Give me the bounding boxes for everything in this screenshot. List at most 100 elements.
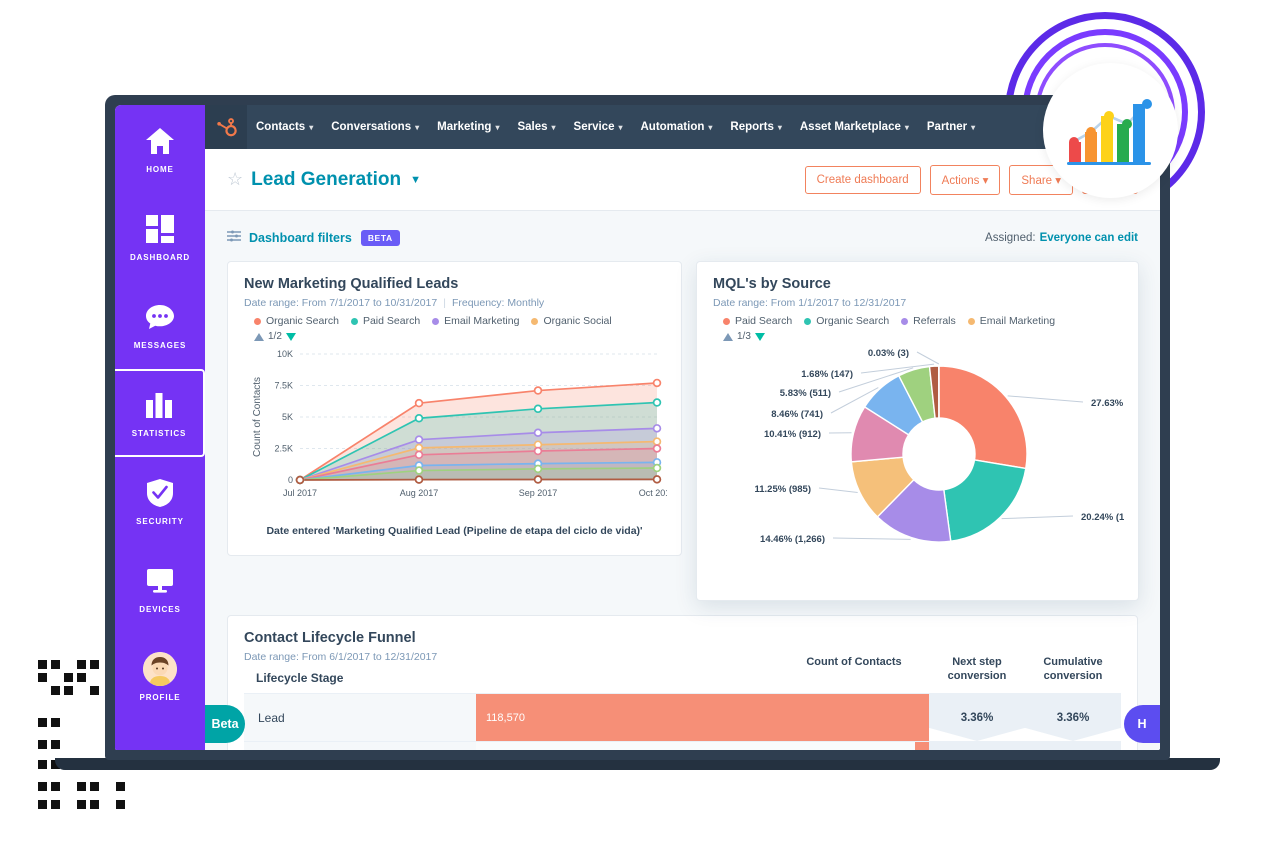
share-label: Share bbox=[1021, 174, 1053, 187]
statistics-icon bbox=[142, 388, 176, 422]
card-subtitle: Date range: From 7/1/2017 to 10/31/2017 |… bbox=[244, 297, 665, 309]
sidebar-label: SECURITY bbox=[136, 517, 184, 526]
filter-sliders-icon[interactable] bbox=[226, 229, 242, 247]
pager-prev-icon[interactable] bbox=[254, 332, 264, 341]
dashboard-icon bbox=[143, 212, 177, 246]
nav-label: Partner bbox=[926, 121, 968, 133]
legend-item[interactable]: Referrals bbox=[901, 315, 956, 327]
donut-chart: 27.63% (2,420) 20.24% (1,773) 14.46% (1,26… bbox=[754, 348, 1155, 545]
legend-item[interactable]: Email Marketing bbox=[432, 315, 519, 327]
funnel-next-conversion: 3.36% bbox=[929, 694, 1025, 741]
date-range: Date range: From 7/1/2017 to 10/31/2017 bbox=[244, 297, 438, 309]
pager-next-icon[interactable] bbox=[285, 332, 296, 341]
chevron-down-icon: ▾ bbox=[982, 174, 989, 187]
nav-item-marketing[interactable]: Marketing ▾ bbox=[437, 121, 499, 133]
col-line-2: conversion bbox=[947, 669, 1007, 682]
nav-item-reports[interactable]: Reports ▾ bbox=[730, 121, 781, 133]
nav-item-sales[interactable]: Sales ▾ bbox=[517, 121, 555, 133]
funnel-column-headers: Count of Contacts Next step conversion C… bbox=[779, 656, 1121, 684]
avatar-icon bbox=[143, 652, 177, 686]
nav-label: Asset Marketplace bbox=[799, 121, 901, 133]
monitor-icon bbox=[143, 564, 177, 598]
funnel-bar: 118,570 bbox=[476, 694, 929, 741]
hubspot-sprocket-icon[interactable] bbox=[205, 105, 247, 149]
svg-text:2.5K: 2.5K bbox=[274, 444, 293, 454]
create-dashboard-button[interactable]: Create dashboard bbox=[804, 165, 921, 194]
svg-text:1.68% (147): 1.68% (147) bbox=[801, 369, 853, 380]
area-chart: 0 2.5K 5K 7.5K 10K Count of Contacts Jul 2017 A… bbox=[252, 349, 675, 498]
sidebar-item-profile[interactable]: PROFILE bbox=[115, 633, 205, 721]
nav-item-conversations[interactable]: Conversations ▾ bbox=[331, 121, 419, 133]
funnel-rows: Lead 118,570 3.36% 3.36% Marketing Quali… bbox=[244, 693, 1121, 750]
legend-label: Referrals bbox=[913, 315, 956, 327]
sidebar-label: DASHBOARD bbox=[129, 253, 191, 262]
funnel-bar bbox=[915, 742, 929, 750]
dashboard-header: ☆ Lead Generation ▼ Create dashboard Act… bbox=[205, 149, 1160, 211]
chart-x-axis-title: Date entered 'Marketing Qualified Lead (… bbox=[266, 525, 643, 537]
nav-item-automation[interactable]: Automation ▾ bbox=[641, 121, 713, 133]
sidebar-item-statistics[interactable]: STATISTICS bbox=[115, 369, 205, 457]
table-row[interactable]: Lead 118,570 3.36% 3.36% bbox=[244, 693, 1121, 741]
card-new-mql: New Marketing Qualified Leads Date range… bbox=[227, 261, 682, 556]
nav-item-contacts[interactable]: Contacts ▾ bbox=[256, 121, 313, 133]
svg-text:0.03% (3): 0.03% (3) bbox=[868, 348, 909, 359]
sidebar-item-security[interactable]: SECURITY bbox=[115, 457, 205, 545]
pager-prev-icon[interactable] bbox=[723, 332, 733, 341]
card-title: Contact Lifecycle Funnel bbox=[244, 630, 416, 646]
sidebar-item-dashboard[interactable]: DASHBOARD bbox=[115, 193, 205, 281]
legend-item[interactable]: Organic Search bbox=[804, 315, 889, 327]
svg-text:Sep 2017: Sep 2017 bbox=[519, 488, 558, 498]
funnel-bar-wrap: 3,984 bbox=[476, 742, 929, 750]
svg-text:5.83% (511): 5.83% (511) bbox=[780, 388, 831, 399]
star-icon[interactable]: ☆ bbox=[227, 169, 243, 190]
svg-text:8.46% (741): 8.46% (741) bbox=[771, 409, 823, 420]
shield-check-icon bbox=[143, 476, 177, 510]
assigned-value[interactable]: Everyone can edit bbox=[1040, 232, 1138, 244]
frequency: Frequency: Monthly bbox=[451, 297, 545, 309]
sidebar-item-messages[interactable]: MESSAGES bbox=[115, 281, 205, 369]
beta-pill-button[interactable]: Beta bbox=[205, 705, 245, 743]
nav-item-partner[interactable]: Partner ▾ bbox=[927, 121, 975, 133]
card-title: MQL's by Source bbox=[713, 276, 831, 292]
chevron-down-icon: ▾ bbox=[415, 122, 420, 132]
table-row[interactable]: Marketing Qualified Lead 3,984 42.22% 1.… bbox=[244, 741, 1121, 750]
svg-text:5K: 5K bbox=[282, 412, 293, 422]
legend-label: Paid Search bbox=[362, 315, 421, 327]
sidebar-item-devices[interactable]: DEVICES bbox=[115, 545, 205, 633]
chevron-down-icon[interactable]: ▼ bbox=[410, 174, 421, 186]
messages-icon bbox=[143, 300, 177, 334]
chart-legend: Paid Search Organic Search Referrals Ema… bbox=[713, 315, 1122, 327]
nav-item-asset-marketplace[interactable]: Asset Marketplace ▾ bbox=[800, 121, 909, 133]
legend-item[interactable]: Organic Search bbox=[254, 315, 339, 327]
svg-text:Jul 2017: Jul 2017 bbox=[283, 488, 317, 498]
legend-item[interactable]: Paid Search bbox=[350, 315, 421, 327]
dashboard-filters-link[interactable]: Dashboard filters bbox=[249, 231, 352, 245]
actions-button[interactable]: Actions ▾ bbox=[929, 164, 1001, 195]
svg-text:27.63% (2,420): 27.63% (2,420) bbox=[1091, 398, 1124, 409]
cards-row: New Marketing Qualified Leads Date range… bbox=[227, 261, 1156, 601]
home-icon bbox=[143, 124, 177, 158]
legend-pager: 1/3 bbox=[713, 331, 1122, 342]
pager-count: 1/3 bbox=[737, 331, 751, 342]
sidebar-item-home[interactable]: HOME bbox=[115, 105, 205, 193]
legend-item[interactable]: Paid Search bbox=[723, 315, 792, 327]
svg-text:Oct 2017: Oct 2017 bbox=[639, 488, 667, 498]
col-line-1: Cumulative bbox=[1043, 656, 1103, 668]
svg-text:14.46% (1,266): 14.46% (1,266) bbox=[760, 534, 825, 545]
col-cumulative-conversion: Cumulative conversion bbox=[1025, 656, 1121, 684]
nav-label: Service bbox=[573, 121, 615, 133]
pager-next-icon[interactable] bbox=[754, 332, 765, 341]
chevron-down-icon: ▾ bbox=[777, 122, 782, 132]
chevron-down-icon: ▾ bbox=[618, 122, 623, 132]
legend-item[interactable]: Organic Social bbox=[531, 315, 612, 327]
card-contact-lifecycle-funnel: Contact Lifecycle Funnel Date range: Fro… bbox=[227, 615, 1138, 750]
analytics-badge-icon bbox=[1043, 63, 1178, 198]
legend-item[interactable]: Email Marketing bbox=[967, 315, 1055, 327]
nav-item-service[interactable]: Service ▾ bbox=[574, 121, 623, 133]
legend-label: Paid Search bbox=[735, 315, 793, 327]
legend-pager: 1/2 bbox=[244, 331, 665, 342]
chart-legend: Organic Search Paid Search Email Marketi… bbox=[244, 315, 665, 327]
nav-label: Sales bbox=[517, 121, 548, 133]
help-pill-button[interactable]: H bbox=[1124, 705, 1160, 743]
chevron-down-icon: ▾ bbox=[971, 122, 976, 132]
